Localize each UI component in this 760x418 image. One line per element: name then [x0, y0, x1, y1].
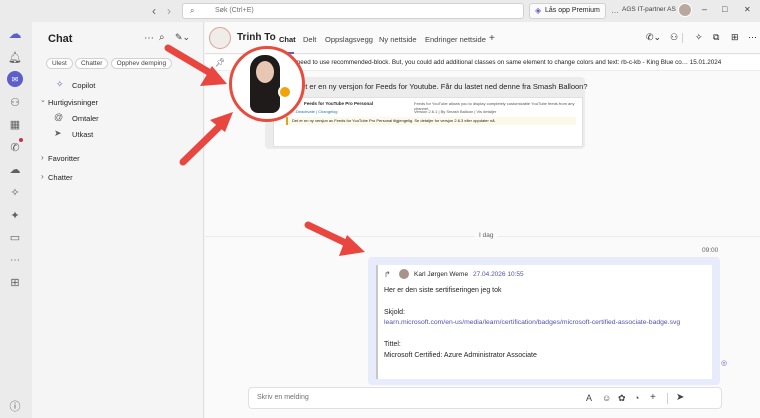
arrow-shaft-3 [304, 221, 354, 249]
arrow-shaft-2 [179, 122, 224, 166]
arrow-shaft-1 [164, 44, 216, 78]
annotation-arrows [164, 44, 365, 256]
